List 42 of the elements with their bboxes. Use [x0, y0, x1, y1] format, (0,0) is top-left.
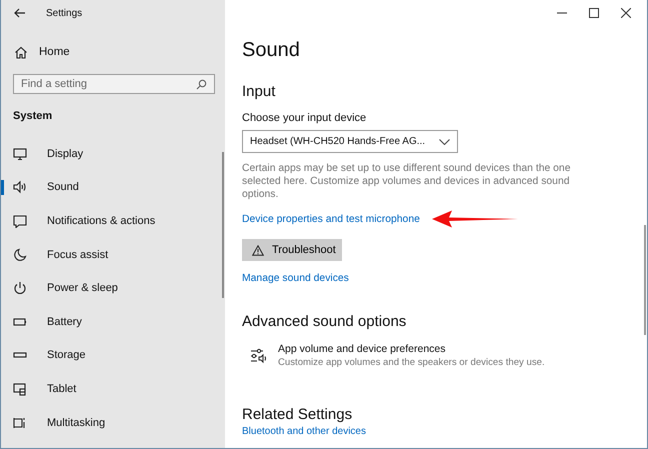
window-title: Settings [46, 8, 82, 18]
app-volume-item[interactable]: App volume and device preferences Customize app volumes and the speakers or devices they use. [250, 343, 647, 368]
search-field[interactable]: Find a setting [13, 74, 215, 94]
sidebar-item[interactable]: Focus assist [1, 238, 225, 272]
section-heading: System [13, 110, 54, 122]
section-heading: Input [242, 83, 276, 100]
related-link[interactable]: Bluetooth and other devices [242, 426, 647, 437]
home-icon [14, 46, 28, 58]
sidebar-item[interactable]: Notifications & actions [1, 204, 225, 238]
section-heading: Related Settings [242, 406, 354, 423]
chevron-down-icon [439, 138, 450, 144]
manage-devices-link[interactable]: Manage sound devices [242, 273, 647, 284]
warning-icon [252, 244, 264, 256]
page-title: Sound [242, 39, 301, 62]
device-properties-link[interactable]: Device properties and test microphone [242, 214, 420, 224]
multitask-icon [13, 416, 27, 430]
troubleshoot-button[interactable]: Troubleshoot [242, 239, 342, 261]
sidebar-item[interactable]: Battery [1, 304, 225, 339]
description-text: Certain apps may be set up to use different sound devices than the one selected here. Customize app volumes and devices in advanced sound options. [242, 162, 572, 201]
maximize-icon[interactable] [589, 8, 599, 18]
home-nav-item[interactable]: Home [14, 42, 225, 62]
monitor-icon [13, 146, 27, 161]
moon-icon [13, 248, 27, 262]
item-description: Customize app volumes and the speakers or devices they use. [278, 357, 545, 368]
power-icon [13, 281, 27, 296]
sidebar-item[interactable]: Display [1, 137, 225, 171]
input-device-dropdown[interactable]: Headset (WH-CH520 Hands-Free AG... [242, 130, 458, 153]
sidebar-item[interactable]: Tablet [1, 372, 225, 406]
sidebar-item[interactable]: Multitasking [1, 406, 225, 440]
sidebar-item[interactable]: Power & sleep [1, 271, 225, 305]
search-icon [196, 79, 207, 90]
item-title: App volume and device preferences [278, 343, 447, 355]
back-arrow-icon[interactable] [14, 8, 26, 18]
speaker-icon [13, 180, 27, 194]
sidebar-item[interactable]: Storage [1, 338, 225, 372]
sidebar-item[interactable]: Sound [1, 170, 225, 204]
section-heading: Advanced sound options [242, 313, 408, 330]
tablet-icon [13, 382, 27, 396]
message-icon [13, 214, 27, 228]
close-icon[interactable] [621, 8, 631, 18]
field-label: Choose your input device [242, 112, 368, 124]
sliders-speaker-icon [250, 348, 268, 364]
